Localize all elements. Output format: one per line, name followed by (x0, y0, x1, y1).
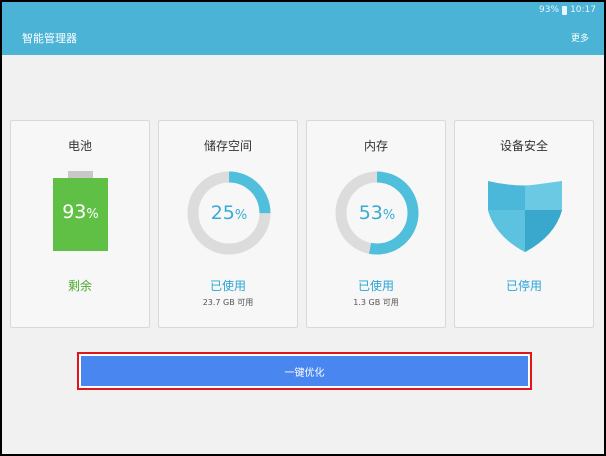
status-bar: 93% 10:17 (2, 2, 604, 20)
battery-graphic-cap (68, 171, 93, 178)
one-tap-optimize-button[interactable]: 一键优化 (81, 356, 528, 386)
storage-card-title: 储存空间 (203, 139, 252, 153)
shield-icon (488, 181, 562, 252)
storage-available: 23.7 GB 可用 (202, 298, 254, 307)
ram-percent: 53% (334, 202, 420, 224)
storage-percent: 25% (186, 202, 272, 224)
security-card[interactable]: 设备安全 已停用 (454, 120, 594, 328)
storage-percent-unit: % (234, 208, 248, 223)
battery-percent-value: 93 (62, 201, 87, 223)
ram-status: 已使用 (357, 279, 394, 293)
ram-available: 1.3 GB 可用 (353, 298, 399, 307)
ram-percent-value: 53 (358, 202, 383, 224)
battery-level-text: 93% (539, 5, 560, 15)
battery-icon (562, 5, 568, 15)
security-status: 已停用 (505, 279, 542, 293)
more-button[interactable]: 更多 (571, 31, 589, 44)
status-indicators: 93% 10:17 (539, 5, 596, 15)
storage-status: 已使用 (209, 279, 246, 293)
app-title: 智能管理器 (22, 32, 77, 45)
battery-status: 剩余 (67, 279, 92, 293)
clock-text: 10:17 (570, 5, 596, 15)
storage-percent-value: 25 (210, 202, 235, 224)
optimize-button-highlight: 一键优化 (77, 352, 532, 390)
battery-card-title: 电池 (67, 139, 92, 153)
app-bar: 智能管理器 更多 (2, 20, 604, 55)
app-screen: 93% 10:17 智能管理器 更多 电池 93% 剩余 储存空间 25% 已使… (2, 2, 604, 454)
ram-card[interactable]: 内存 53% 已使用 1.3 GB 可用 (306, 120, 446, 328)
battery-card[interactable]: 电池 93% 剩余 (10, 120, 150, 328)
ram-card-title: 内存 (363, 139, 388, 153)
security-card-title: 设备安全 (499, 139, 548, 153)
battery-percent: 93% (53, 201, 108, 223)
ram-percent-unit: % (382, 208, 396, 223)
battery-percent-unit: % (86, 207, 99, 222)
storage-card[interactable]: 储存空间 25% 已使用 23.7 GB 可用 (158, 120, 298, 328)
